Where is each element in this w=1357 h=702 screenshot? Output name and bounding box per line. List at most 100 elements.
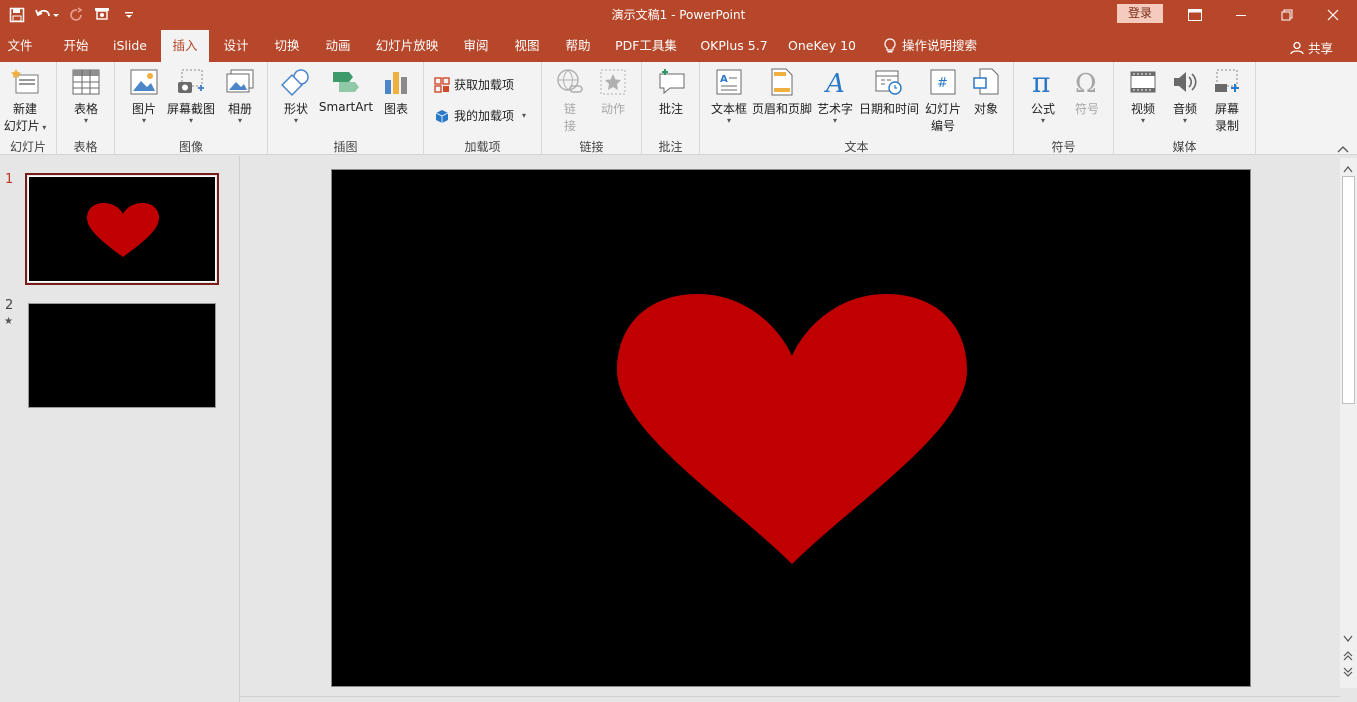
tab-review[interactable]: 审阅	[452, 30, 500, 62]
screen-recording-button[interactable]: 屏幕 录制	[1206, 66, 1248, 134]
screenshot-button[interactable]: 屏幕截图 ▾	[165, 66, 217, 125]
scrollbar-thumb[interactable]	[1342, 176, 1355, 404]
video-button[interactable]: 视频 ▾	[1122, 66, 1164, 125]
new-slide-icon	[9, 66, 41, 98]
tab-file[interactable]: 文件	[0, 30, 40, 62]
group-links: 链 接 动作 链接	[542, 62, 642, 155]
smartart-button[interactable]: SmartArt	[318, 66, 374, 114]
tab-insert[interactable]: 插入	[161, 30, 209, 62]
tab-design[interactable]: 设计	[212, 30, 260, 62]
tab-islide[interactable]: iSlide	[104, 30, 156, 62]
link-button[interactable]: 链 接	[550, 66, 590, 134]
collapse-ribbon-icon[interactable]	[1337, 142, 1349, 156]
heart-icon	[87, 203, 159, 257]
vertical-scrollbar[interactable]	[1340, 158, 1357, 688]
animation-star-icon: ★	[4, 316, 13, 327]
get-addins-button[interactable]: 获取加载项	[434, 76, 514, 93]
tab-okplus[interactable]: OKPlus 5.7	[694, 30, 774, 62]
screen-recording-label-1: 屏幕	[1214, 102, 1239, 116]
ribbon-display-options-icon[interactable]	[1172, 0, 1218, 30]
slide-canvas[interactable]	[331, 169, 1251, 687]
tab-onekey[interactable]: OneKey 10	[782, 30, 862, 62]
heart-shape[interactable]	[332, 170, 1252, 688]
svg-text:A: A	[720, 74, 728, 85]
header-footer-button[interactable]: 页眉和页脚	[752, 66, 812, 117]
chevron-down-icon: ▾	[726, 116, 731, 125]
close-icon[interactable]	[1310, 0, 1356, 30]
group-illustrations: 形状 ▾ SmartArt 图表 插图	[268, 62, 424, 155]
picture-icon	[128, 66, 160, 98]
photo-album-label: 相册	[227, 102, 252, 116]
omega-icon: Ω	[1071, 66, 1103, 98]
person-icon	[1290, 41, 1304, 54]
chevron-down-icon: ▾	[237, 116, 242, 125]
equation-button[interactable]: π 公式 ▾	[1022, 66, 1064, 125]
svg-text:Ω: Ω	[1075, 69, 1097, 96]
share-label: 共享	[1308, 41, 1334, 56]
new-slide-button[interactable]: 新建 幻灯片 ▾	[0, 66, 50, 134]
chevron-down-icon: ▾	[188, 116, 193, 125]
my-addins-label: 我的加载项	[454, 109, 515, 123]
scroll-up-icon[interactable]	[1343, 162, 1353, 176]
picture-button[interactable]: 图片 ▾	[123, 66, 165, 125]
slide-number-label-2: 编号	[930, 119, 955, 133]
symbol-button[interactable]: Ω 符号	[1066, 66, 1108, 117]
restore-icon[interactable]	[1264, 0, 1310, 30]
chart-button[interactable]: 图表	[376, 66, 416, 117]
wordart-button[interactable]: A 艺术字 ▾	[815, 66, 855, 125]
store-icon	[434, 76, 450, 93]
slide-number-2: 2	[5, 298, 14, 313]
previous-slide-icon[interactable]	[1343, 650, 1353, 664]
table-button[interactable]: 表格 ▾	[62, 66, 110, 125]
tab-help[interactable]: 帮助	[554, 30, 602, 62]
photo-album-button[interactable]: 相册 ▾	[219, 66, 261, 125]
comment-label: 批注	[658, 102, 683, 116]
object-button[interactable]: 对象	[966, 66, 1006, 117]
share-button[interactable]: 共享	[1290, 38, 1333, 57]
tab-view[interactable]: 视图	[503, 30, 551, 62]
tell-me-label: 操作说明搜索	[902, 38, 978, 53]
datetime-label: 日期和时间	[858, 102, 919, 116]
chevron-down-icon: ▾	[1040, 116, 1045, 125]
link-icon	[554, 66, 586, 98]
my-addins-button[interactable]: 我的加载项 ▾	[434, 107, 526, 124]
datetime-button[interactable]: 日期和时间	[858, 66, 920, 117]
screenshot-label: 屏幕截图	[166, 102, 215, 116]
scroll-down-icon[interactable]	[1343, 632, 1353, 646]
next-slide-icon[interactable]	[1343, 666, 1353, 680]
chevron-down-icon: ▾	[141, 116, 146, 125]
tab-pdf-tools[interactable]: PDF工具集	[610, 30, 682, 62]
shapes-button[interactable]: 形状 ▾	[276, 66, 316, 125]
calendar-clock-icon	[873, 66, 905, 98]
group-comments: 批注 批注	[642, 62, 700, 155]
group-label-addins: 加载项	[464, 140, 501, 154]
wordart-icon: A	[819, 66, 851, 98]
tab-slideshow[interactable]: 幻灯片放映	[370, 30, 444, 62]
tab-animations[interactable]: 动画	[314, 30, 362, 62]
object-icon	[970, 66, 1002, 98]
slide-thumbnail-2[interactable]	[28, 303, 216, 408]
group-text: A 文本框 ▾ 页眉和页脚 A 艺术字 ▾ 日期和时间 # 幻灯片 编号 对象 …	[700, 62, 1014, 155]
equation-label: 公式	[1030, 102, 1055, 116]
tell-me-search[interactable]: 操作说明搜索	[880, 30, 990, 62]
screen-recording-label-2: 录制	[1214, 119, 1239, 133]
header-footer-icon	[766, 66, 798, 98]
screenshot-icon	[175, 66, 207, 98]
speaker-icon	[1169, 66, 1201, 98]
tab-home[interactable]: 开始	[52, 30, 100, 62]
link-label-2: 接	[563, 119, 576, 133]
slide-thumbnail-1[interactable]	[25, 173, 219, 285]
minimize-icon[interactable]	[1218, 0, 1264, 30]
login-button[interactable]: 登录	[1117, 4, 1163, 23]
textbox-button[interactable]: A 文本框 ▾	[706, 66, 752, 125]
chevron-down-icon: ▾	[522, 111, 527, 120]
audio-button[interactable]: 音频 ▾	[1164, 66, 1206, 125]
slide-number-button[interactable]: # 幻灯片 编号	[922, 66, 964, 134]
group-tables: 表格 ▾ 表格	[57, 62, 115, 155]
table-icon	[70, 66, 102, 98]
action-button[interactable]: 动作	[592, 66, 634, 117]
comment-button[interactable]: 批注	[650, 66, 692, 117]
tab-transitions[interactable]: 切换	[263, 30, 311, 62]
link-label-1: 链	[563, 102, 576, 116]
shapes-icon	[280, 66, 312, 98]
